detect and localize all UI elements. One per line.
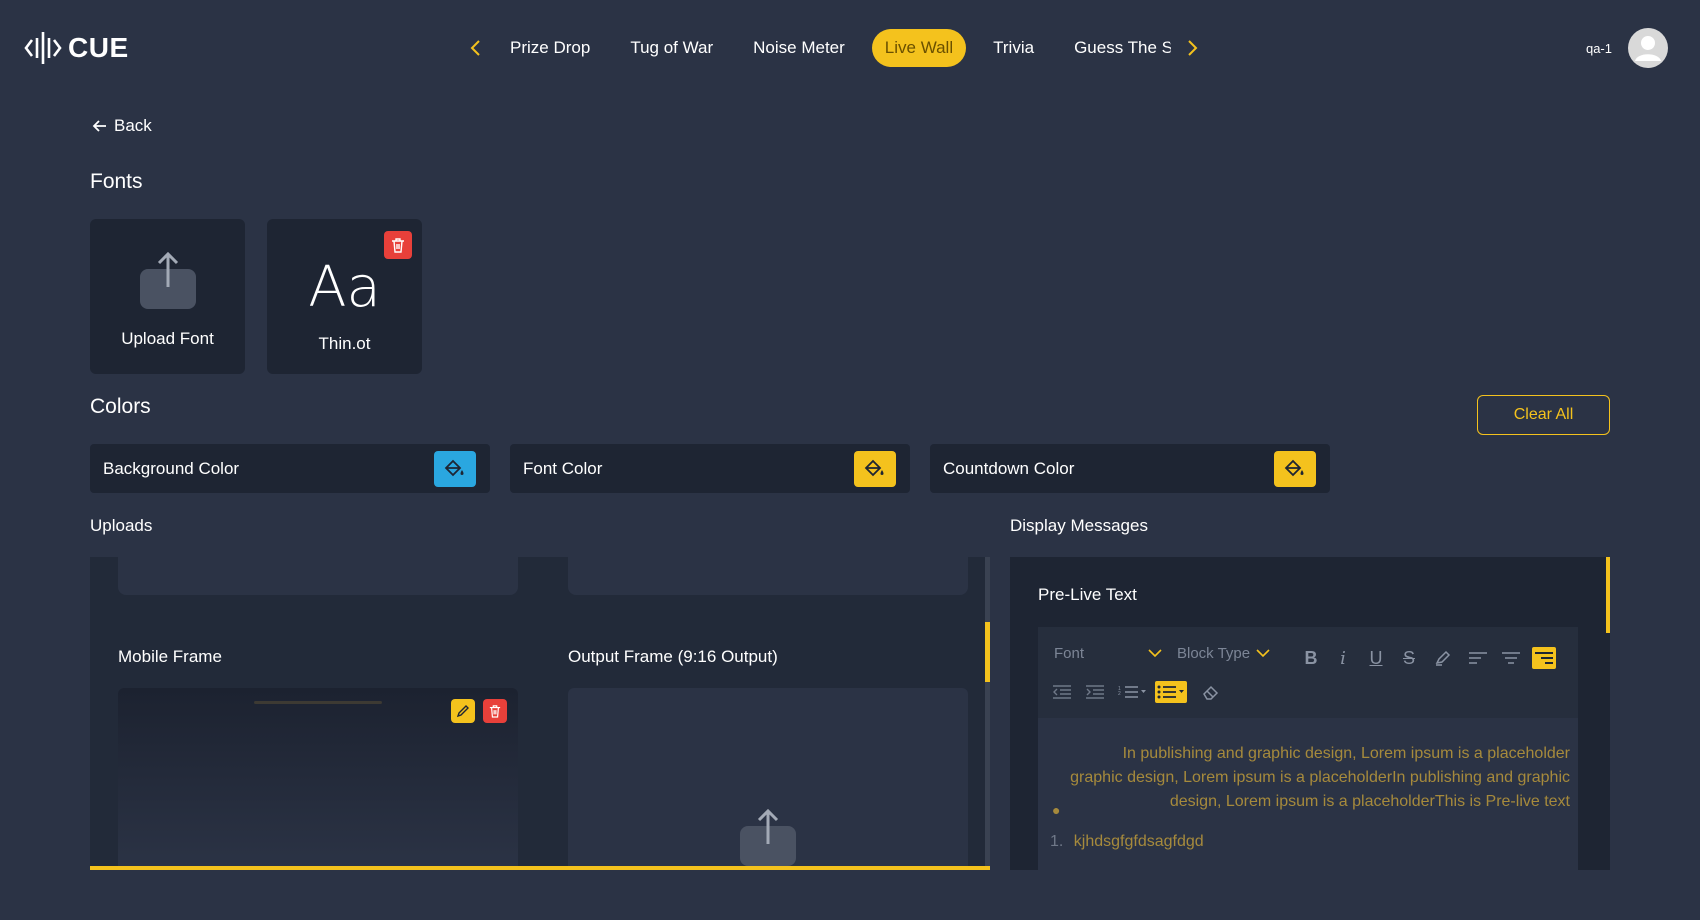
bullet-list-icon[interactable] (1155, 681, 1187, 703)
output-frame-label: Output Frame (9:16 Output) (568, 647, 778, 666)
ordered-list-icon[interactable]: 12 (1117, 681, 1149, 703)
fonts-title: Fonts (90, 170, 143, 193)
uploads-scroll-thumb[interactable] (985, 622, 990, 682)
paint-bucket-icon (1284, 459, 1304, 476)
pencil-icon (456, 705, 469, 718)
upload-font-card[interactable]: Upload Font (90, 219, 245, 374)
prelive-title: Pre-Live Text (1038, 585, 1137, 604)
arrow-left-icon (92, 120, 106, 132)
clear-all-button[interactable]: Clear All (1477, 395, 1610, 435)
upload-card-top-right (568, 557, 968, 595)
font-color-picker[interactable] (854, 450, 896, 487)
delete-mobile-frame-button[interactable] (483, 699, 507, 723)
eraser-icon[interactable] (1199, 681, 1223, 703)
align-right-icon[interactable] (1532, 647, 1556, 669)
user-icon (1635, 36, 1661, 61)
display-scroll-thumb[interactable] (1606, 557, 1610, 633)
nav-next-button[interactable] (1178, 28, 1208, 68)
outdent-icon[interactable] (1050, 681, 1074, 703)
user-name: qa-1 (1585, 40, 1612, 56)
background-color-label: Background Color (103, 458, 240, 478)
editor-toolbar: Font Block Type B i U S 12 (1038, 627, 1578, 718)
trash-icon (489, 705, 501, 718)
logo-text: CUE (68, 32, 129, 63)
user-menu[interactable]: qa-1 (1586, 28, 1668, 68)
align-left-icon[interactable] (1466, 647, 1490, 669)
font-select[interactable]: Font (1054, 645, 1162, 662)
bullet-marker: ● (1052, 802, 1061, 818)
editor-content[interactable]: In publishing and graphic design, Lorem … (1038, 718, 1578, 870)
uploads-progress-bar (90, 866, 990, 870)
game-nav: Prize Drop Tug of War Noise Meter Live W… (460, 28, 1208, 68)
chevron-down-icon (1256, 649, 1270, 658)
font-card-thin[interactable]: Aa Thin.ot (267, 219, 422, 374)
chevron-left-icon (470, 40, 480, 56)
tab-trivia[interactable]: Trivia (980, 29, 1047, 67)
list-number: 1. (1050, 833, 1064, 850)
list-item-text: kjhdsgfgfdsagfdgd (1073, 833, 1204, 850)
edit-mobile-frame-button[interactable] (451, 699, 475, 723)
strikethrough-icon[interactable]: S (1397, 647, 1421, 669)
tab-guess-the-score[interactable]: Guess The Sc (1061, 29, 1171, 67)
cue-logo[interactable]: CUE (24, 30, 129, 66)
font-preview: Aa (308, 255, 381, 320)
waveform-logo-icon (24, 32, 62, 64)
align-center-icon[interactable] (1499, 647, 1523, 669)
chevron-down-icon (1148, 649, 1162, 658)
indent-icon[interactable] (1083, 681, 1107, 703)
mobile-frame-preview[interactable] (118, 688, 518, 868)
avatar[interactable] (1628, 28, 1668, 68)
font-select-label: Font (1054, 645, 1085, 662)
upload-icon (139, 251, 196, 311)
uploads-title: Uploads (90, 516, 153, 535)
block-type-label: Block Type (1177, 645, 1251, 662)
tab-prize-drop[interactable]: Prize Drop (497, 29, 603, 67)
chevron-right-icon (1188, 40, 1198, 56)
block-type-select[interactable]: Block Type (1177, 645, 1275, 662)
nav-prev-button[interactable] (460, 28, 490, 68)
back-label: Back (114, 116, 152, 135)
paint-bucket-icon (864, 459, 884, 476)
delete-font-button[interactable] (384, 231, 412, 259)
svg-text:2: 2 (1118, 691, 1121, 697)
tab-tug-of-war[interactable]: Tug of War (617, 29, 726, 67)
upload-font-label: Upload Font (121, 329, 214, 348)
uploads-scrollbar[interactable] (985, 557, 990, 870)
countdown-color-picker[interactable] (1274, 450, 1316, 487)
tab-live-wall[interactable]: Live Wall (871, 29, 967, 67)
ordered-list-item: 1. kjhdsgfgfdsagfdgd (1050, 830, 1204, 854)
countdown-color-label: Countdown Color (943, 458, 1075, 478)
bold-icon[interactable]: B (1299, 647, 1323, 669)
colors-title: Colors (90, 395, 151, 418)
paint-bucket-icon (444, 459, 464, 476)
font-color-label: Font Color (523, 458, 603, 478)
mobile-frame-label: Mobile Frame (118, 647, 222, 666)
background-color-picker[interactable] (434, 450, 476, 487)
tab-noise-meter[interactable]: Noise Meter (740, 29, 858, 67)
countdown-color-row: Countdown Color (930, 444, 1330, 493)
mobile-notch (254, 701, 382, 704)
upload-card-top-left (118, 557, 518, 595)
prelive-paragraph: In publishing and graphic design, Lorem … (1070, 745, 1570, 810)
trash-icon (392, 238, 404, 253)
highlighter-icon[interactable] (1431, 647, 1455, 669)
output-frame-dropzone[interactable] (568, 688, 968, 868)
prelive-editor[interactable]: Font Block Type B i U S 12 In publishing… (1038, 627, 1578, 870)
back-link[interactable]: Back (92, 116, 152, 136)
font-name: Thin.ot (318, 334, 371, 353)
background-color-row: Background Color (90, 444, 490, 493)
underline-icon[interactable]: U (1364, 647, 1388, 669)
italic-icon[interactable]: i (1331, 647, 1355, 669)
upload-icon (740, 808, 796, 868)
display-messages-title: Display Messages (1010, 516, 1148, 535)
font-color-row: Font Color (510, 444, 910, 493)
